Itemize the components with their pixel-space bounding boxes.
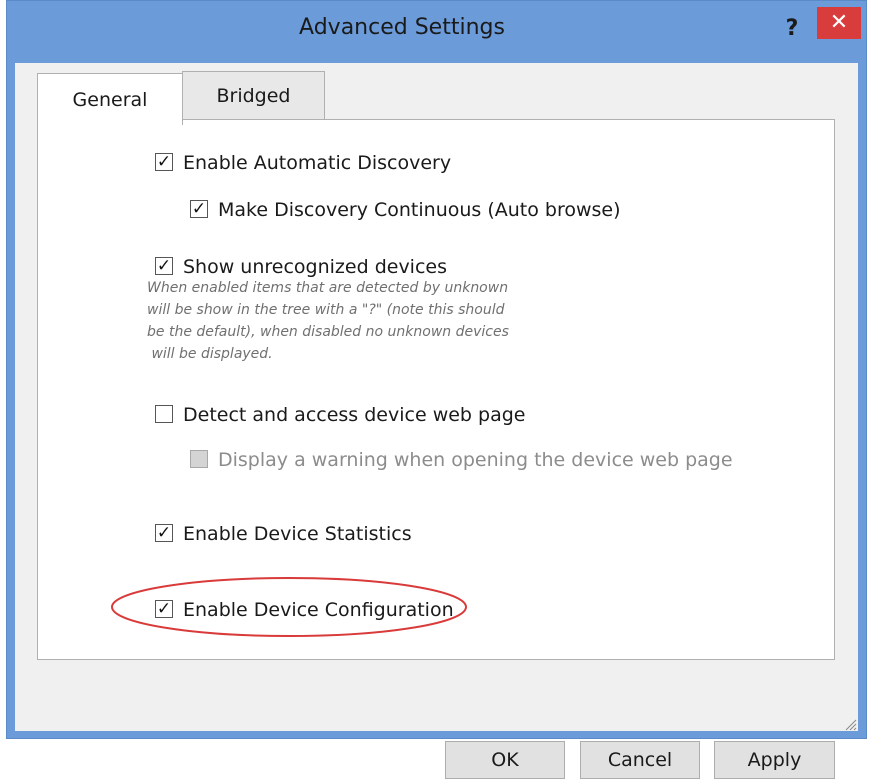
ok-button[interactable]: OK (445, 741, 565, 779)
resize-grip-icon[interactable] (843, 717, 857, 731)
web-page-checkbox[interactable] (155, 405, 173, 423)
web-warning-label: Display a warning when opening the devic… (218, 449, 733, 471)
advanced-settings-dialog: Advanced Settings ? ✕ Bridged General ✓ … (6, 0, 867, 779)
help-button[interactable]: ? (780, 15, 804, 43)
auto-discovery-label: Enable Automatic Discovery (183, 152, 452, 174)
dialog-title: Advanced Settings (299, 15, 505, 40)
device-statistics-checkbox[interactable]: ✓ (155, 524, 173, 542)
device-configuration-label: Enable Device Configuration (183, 599, 454, 621)
general-tab-panel: ✓ Enable Automatic Discovery ✓ Make Disc… (37, 119, 835, 660)
tab-general[interactable]: General (37, 73, 183, 125)
dialog-body: Bridged General ✓ Enable Automatic Disco… (15, 63, 858, 779)
web-warning-checkbox (190, 450, 208, 468)
web-page-label: Detect and access device web page (183, 404, 526, 426)
title-bar: Advanced Settings ? ✕ (7, 1, 866, 63)
cancel-button[interactable]: Cancel (580, 741, 700, 779)
tab-bridged[interactable]: Bridged (182, 71, 325, 119)
unrecognized-devices-label: Show unrecognized devices (183, 256, 447, 278)
device-configuration-checkbox[interactable]: ✓ (155, 600, 173, 618)
apply-button[interactable]: Apply (714, 741, 835, 779)
device-statistics-label: Enable Device Statistics (183, 523, 412, 545)
close-button[interactable]: ✕ (817, 7, 861, 39)
continuous-discovery-label: Make Discovery Continuous (Auto browse) (218, 199, 621, 221)
close-icon: ✕ (829, 10, 849, 35)
unrecognized-devices-description: When enabled items that are detected by … (147, 280, 509, 362)
unrecognized-devices-checkbox[interactable]: ✓ (155, 257, 173, 275)
continuous-discovery-checkbox[interactable]: ✓ (190, 200, 208, 218)
auto-discovery-checkbox[interactable]: ✓ (155, 153, 173, 171)
